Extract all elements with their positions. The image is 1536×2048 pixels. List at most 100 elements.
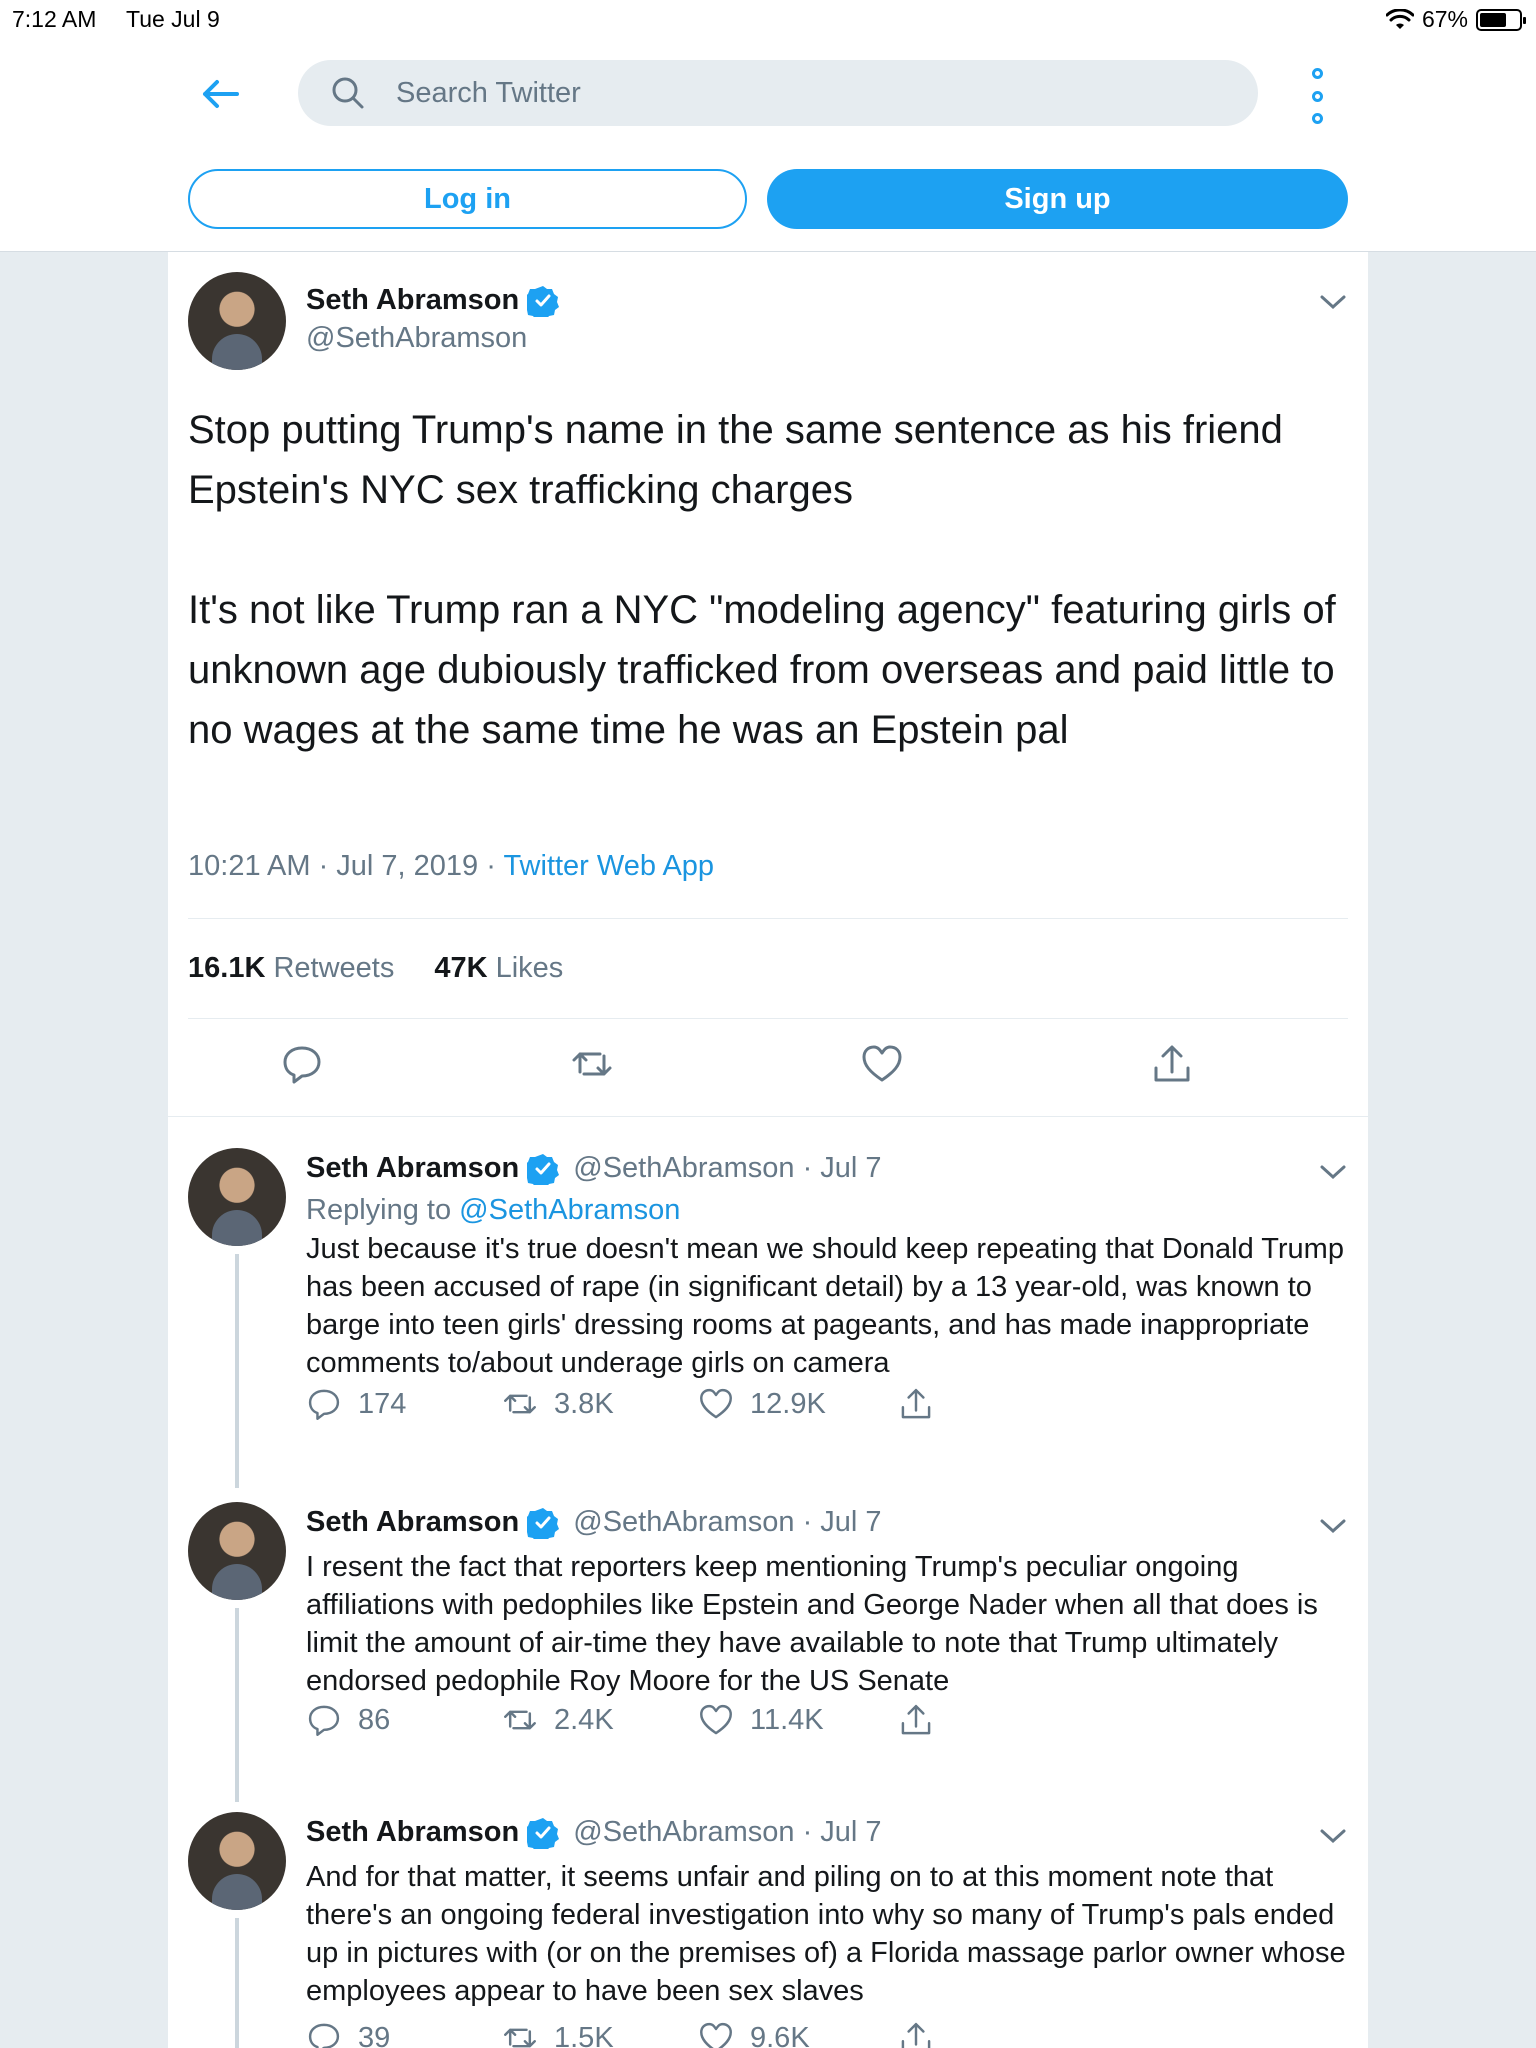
divider [168, 1116, 1368, 1117]
thread-line [235, 1918, 239, 2048]
author-handle-date[interactable]: @SethAbramson · Jul 7 [573, 1152, 881, 1185]
back-arrow-icon [203, 80, 239, 108]
top-header: Search Twitter Log in Sign up [0, 40, 1536, 252]
chevron-down-icon[interactable] [1318, 1826, 1348, 1846]
status-time: 7:12 AM [12, 6, 97, 32]
search-icon [332, 77, 364, 109]
retweet-count: 2.4K [554, 1703, 614, 1736]
retweet-icon [504, 1710, 536, 1730]
tweet-text: Stop putting Trump's name in the same se… [188, 400, 1348, 760]
tweet-meta: 10:21 AM · Jul 7, 2019 · Twitter Web App [188, 850, 714, 883]
reply-icon [308, 1705, 340, 1736]
avatar[interactable] [188, 1812, 286, 1910]
retweet-button[interactable]: 3.8K [502, 1386, 614, 1422]
retweet-button[interactable]: 1.5K [502, 2020, 614, 2048]
author-name[interactable]: Seth Abramson [306, 1816, 519, 1849]
reply-count: 86 [358, 1703, 391, 1736]
battery-percent: 67% [1421, 6, 1468, 32]
replying-to: Replying to @SethAbramson [306, 1194, 680, 1227]
retweet-button[interactable]: 2.4K [502, 1702, 614, 1738]
reply-tweet[interactable]: Seth Abramson @SethAbramson · Jul 7 And … [168, 1812, 1368, 2048]
reply-text: I resent the fact that reporters keep me… [306, 1551, 1318, 1697]
author-handle-date[interactable]: @SethAbramson · Jul 7 [573, 1816, 881, 1849]
avatar[interactable] [188, 1502, 286, 1600]
author-name-row[interactable]: Seth Abramson @SethAbramson · Jul 7 [306, 1152, 882, 1185]
avatar[interactable] [188, 1148, 286, 1246]
share-button[interactable] [898, 1702, 950, 1738]
divider [188, 918, 1348, 919]
reply-tweet[interactable]: Seth Abramson @SethAbramson · Jul 7 Repl… [168, 1148, 1368, 1488]
chevron-down-icon[interactable] [1318, 1516, 1348, 1536]
like-button[interactable]: 11.4K [698, 1702, 824, 1738]
avatar[interactable] [188, 272, 286, 370]
like-button[interactable]: 9.6K [698, 2020, 810, 2048]
author-name-row[interactable]: Seth Abramson [306, 284, 560, 317]
retweets-stat[interactable]: 16.1K Retweets [188, 952, 394, 985]
like-icon[interactable] [860, 1042, 904, 1086]
thread-line [235, 1254, 239, 1488]
retweet-icon[interactable] [570, 1042, 614, 1086]
tweet-thread: Seth Abramson @SethAbramson Stop putting… [168, 252, 1368, 2048]
retweet-count: 1.5K [554, 2021, 614, 2048]
likes-label: Likes [495, 952, 564, 984]
battery-icon [1476, 8, 1526, 31]
reply-action-bar: 86 2.4K 11.4K [306, 1702, 1006, 1742]
share-button[interactable] [898, 2020, 950, 2048]
author-name[interactable]: Seth Abramson [306, 1506, 519, 1539]
share-icon [901, 1388, 931, 1419]
reply-text: Just because it's true doesn't mean we s… [306, 1233, 1344, 1379]
like-count: 9.6K [750, 2021, 810, 2048]
author-name[interactable]: Seth Abramson [306, 1152, 519, 1185]
more-vertical-icon[interactable] [1300, 68, 1334, 124]
retweet-icon [504, 2028, 536, 2048]
retweet-icon [504, 1394, 536, 1414]
share-button[interactable] [898, 1386, 950, 1422]
retweets-count: 16.1K [188, 952, 266, 984]
author-name-row[interactable]: Seth Abramson @SethAbramson · Jul 7 [306, 1816, 882, 1849]
reply-text: And for that matter, it seems unfair and… [306, 1861, 1346, 2007]
reply-button[interactable]: 174 [306, 1386, 406, 1422]
tweet-paragraph: It's not like Trump ran a NYC "modeling … [188, 588, 1336, 752]
signup-button[interactable]: Sign up [767, 169, 1348, 229]
share-icon [901, 2022, 931, 2048]
like-button[interactable]: 12.9K [698, 1386, 826, 1422]
likes-stat[interactable]: 47K Likes [434, 952, 563, 985]
verified-badge-icon [527, 285, 560, 317]
reply-icon [308, 1389, 340, 1420]
replying-handle-link[interactable]: @SethAbramson [459, 1194, 680, 1226]
tweet-source-link[interactable]: Twitter Web App [503, 850, 714, 882]
author-handle-date[interactable]: @SethAbramson · Jul 7 [573, 1506, 881, 1539]
verified-badge-icon [527, 1817, 560, 1849]
tweet-paragraph: Stop putting Trump's name in the same se… [188, 408, 1283, 512]
like-icon [700, 1704, 732, 1735]
verified-badge-icon [527, 1153, 560, 1185]
reply-button[interactable]: 86 [306, 1702, 390, 1738]
thread-line [235, 1608, 239, 1802]
reply-action-bar: 174 3.8K 12.9K [306, 1386, 1006, 1426]
like-icon [700, 1388, 732, 1419]
reply-count: 174 [358, 1387, 407, 1420]
search-input[interactable]: Search Twitter [298, 60, 1258, 126]
retweet-count: 3.8K [554, 1387, 614, 1420]
tweet-timestamp: 10:21 AM · Jul 7, 2019 · [188, 850, 504, 882]
like-icon [700, 2022, 732, 2048]
status-date: Tue Jul 9 [126, 6, 220, 32]
reply-icon[interactable] [280, 1042, 324, 1086]
author-handle[interactable]: @SethAbramson [306, 322, 527, 355]
author-name-row[interactable]: Seth Abramson @SethAbramson · Jul 7 [306, 1506, 882, 1539]
chevron-down-icon[interactable] [1318, 292, 1348, 312]
reply-count: 39 [358, 2021, 391, 2048]
tweet-stats: 16.1K Retweets 47K Likes [188, 952, 563, 985]
search-placeholder: Search Twitter [396, 76, 581, 109]
share-icon[interactable] [1150, 1042, 1194, 1086]
chevron-down-icon[interactable] [1318, 1162, 1348, 1182]
reply-button[interactable]: 39 [306, 2020, 390, 2048]
verified-badge-icon [527, 1507, 560, 1539]
tweet-action-bar [188, 1042, 1348, 1132]
back-button[interactable] [196, 70, 244, 118]
author-name[interactable]: Seth Abramson [306, 284, 519, 317]
login-button[interactable]: Log in [188, 169, 747, 229]
reply-tweet[interactable]: Seth Abramson @SethAbramson · Jul 7 I re… [168, 1502, 1368, 1802]
retweets-label: Retweets [273, 952, 395, 984]
reply-icon [308, 2023, 340, 2048]
